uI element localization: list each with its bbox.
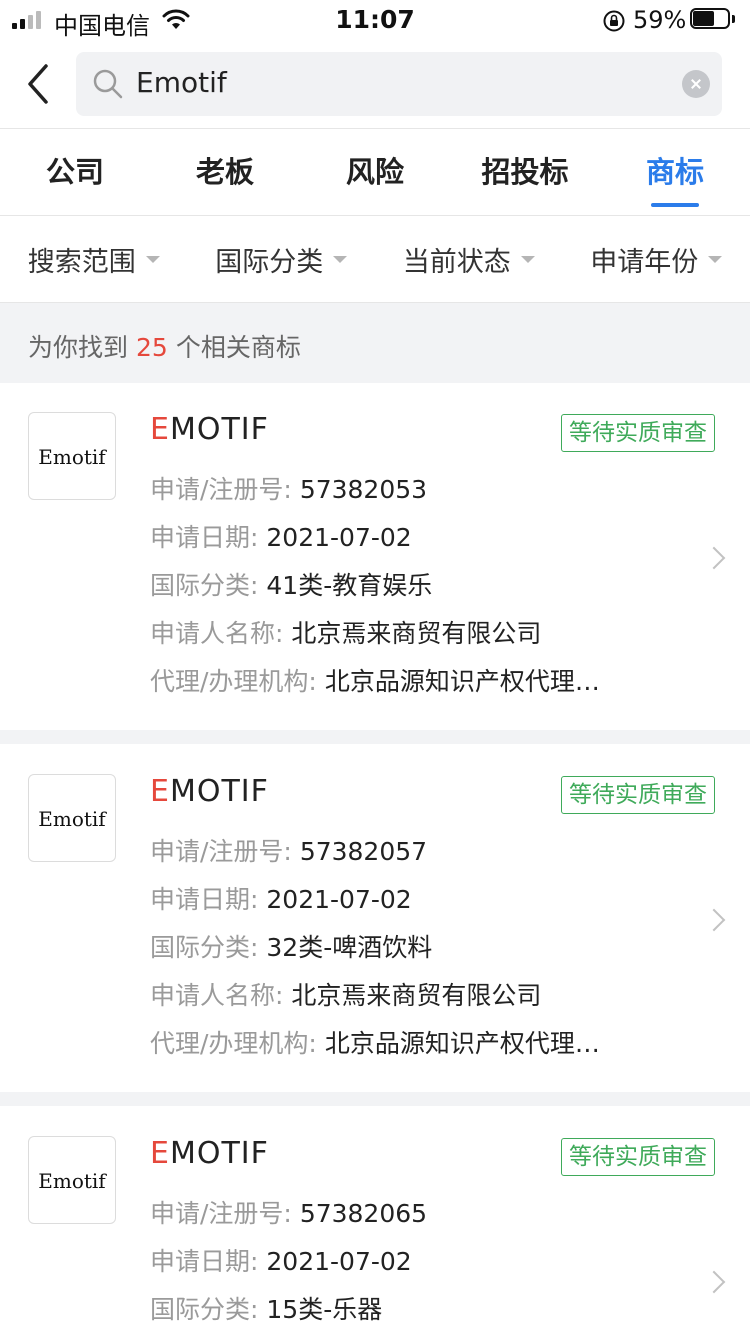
- battery-percent: 59%: [633, 6, 687, 34]
- search-icon: [93, 69, 123, 99]
- reg-no-row: 申请/注册号: 57382057: [150, 837, 428, 866]
- battery-icon: [690, 8, 736, 31]
- trademark-name: EMOTIF: [150, 412, 269, 447]
- result-summary: 为你找到 25 个相关商标: [0, 303, 750, 383]
- result-count: 25: [136, 333, 168, 362]
- status-badge: 等待实质审查: [561, 1138, 715, 1176]
- filter-current-status[interactable]: 当前状态: [375, 216, 563, 302]
- clear-icon[interactable]: [682, 70, 710, 98]
- class-row: 国际分类: 41类-教育娱乐: [150, 571, 433, 600]
- status-bar: 中国电信 11:07 59%: [0, 0, 750, 40]
- caret-down-icon: [145, 255, 160, 263]
- tab-trademark[interactable]: 商标: [600, 129, 750, 215]
- reg-no-row: 申请/注册号: 57382053: [150, 475, 428, 504]
- trademark-card[interactable]: Emotif EMOTIF 等待实质审查 申请/注册号: 57382065 申请…: [0, 1106, 750, 1334]
- summary-prefix: 为你找到: [28, 333, 129, 362]
- chevron-right-icon: [702, 908, 726, 932]
- filter-label: 国际分类: [215, 246, 324, 278]
- trademark-card[interactable]: Emotif EMOTIF 等待实质审查 申请/注册号: 57382057 申请…: [0, 744, 750, 1092]
- caret-down-icon: [520, 255, 535, 263]
- tab-company[interactable]: 公司: [0, 129, 150, 215]
- filter-apply-year[interactable]: 申请年份: [563, 216, 750, 302]
- tab-bidding[interactable]: 招投标: [450, 129, 600, 215]
- card-divider: [0, 1092, 750, 1106]
- back-icon[interactable]: [22, 62, 58, 106]
- trademark-logo: Emotif: [28, 774, 116, 862]
- filter-bar: 搜索范围 国际分类 当前状态 申请年份: [0, 216, 750, 303]
- chevron-right-icon: [702, 546, 726, 570]
- caret-down-icon: [333, 255, 348, 263]
- filter-label: 当前状态: [402, 246, 511, 278]
- trademark-name: EMOTIF: [150, 1136, 269, 1171]
- apply-date-row: 申请日期: 2021-07-02: [150, 885, 412, 914]
- agent-row: 代理/办理机构: 北京品源知识产权代理…: [150, 1029, 600, 1058]
- search-header: Emotif: [0, 40, 750, 129]
- filter-search-scope[interactable]: 搜索范围: [0, 216, 188, 302]
- agent-row: 代理/办理机构: 北京品源知识产权代理…: [150, 667, 600, 696]
- status-badge: 等待实质审查: [561, 414, 715, 452]
- summary-suffix: 个相关商标: [175, 333, 301, 362]
- applicant-row: 申请人名称: 北京焉来商贸有限公司: [150, 619, 542, 648]
- class-row: 国际分类: 32类-啤酒饮料: [150, 933, 433, 962]
- tab-risk[interactable]: 风险: [300, 129, 450, 215]
- filter-label: 申请年份: [590, 246, 699, 278]
- category-tabs: 公司 老板 风险 招投标 商标: [0, 129, 750, 216]
- rotation-lock-icon: [603, 10, 625, 32]
- caret-down-icon: [708, 255, 723, 263]
- apply-date-row: 申请日期: 2021-07-02: [150, 1247, 412, 1276]
- trademark-logo: Emotif: [28, 1136, 116, 1224]
- chevron-right-icon: [702, 1270, 726, 1294]
- filter-intl-class[interactable]: 国际分类: [188, 216, 376, 302]
- applicant-row: 申请人名称: 北京焉来商贸有限公司: [150, 981, 542, 1010]
- trademark-logo: Emotif: [28, 412, 116, 500]
- tab-boss[interactable]: 老板: [150, 129, 300, 215]
- search-input[interactable]: Emotif: [76, 52, 722, 116]
- apply-date-row: 申请日期: 2021-07-02: [150, 523, 412, 552]
- trademark-name: EMOTIF: [150, 774, 269, 809]
- filter-label: 搜索范围: [27, 246, 136, 278]
- status-badge: 等待实质审查: [561, 776, 715, 814]
- reg-no-row: 申请/注册号: 57382065: [150, 1199, 428, 1228]
- class-row: 国际分类: 15类-乐器: [150, 1295, 383, 1324]
- trademark-card[interactable]: Emotif EMOTIF 等待实质审查 申请/注册号: 57382053 申请…: [0, 384, 750, 730]
- search-query: Emotif: [136, 66, 227, 99]
- card-divider: [0, 730, 750, 744]
